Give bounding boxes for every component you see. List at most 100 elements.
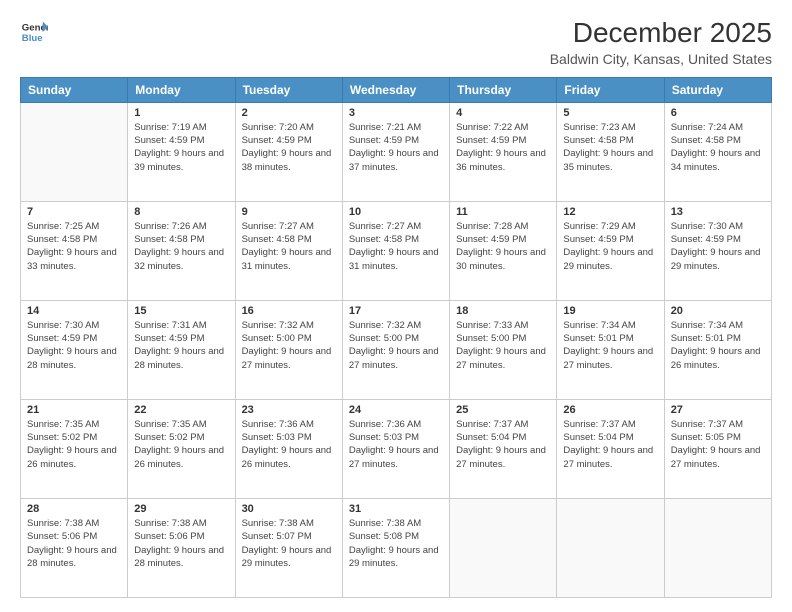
header: General Blue General Blue December 2025 … <box>20 18 772 67</box>
week-row-0: 1 Sunrise: 7:19 AM Sunset: 4:59 PM Daylig… <box>21 102 772 201</box>
day-cell: 22Sunrise: 7:35 AM Sunset: 5:02 PM Dayli… <box>128 399 235 498</box>
day-number: 6 <box>671 107 765 119</box>
day-number: 11 <box>456 206 550 218</box>
header-cell-thursday: Thursday <box>450 77 557 102</box>
day-info: Sunrise: 7:19 AM Sunset: 4:59 PM Dayligh… <box>134 121 228 174</box>
day-cell: 27 Sunrise: 7:37 AM Sunset: 5:05 PM Dayli… <box>664 399 771 498</box>
day-number: 15 <box>134 305 228 317</box>
day-number: 4 <box>456 107 550 119</box>
day-cell: 3 Sunrise: 7:21 AM Sunset: 4:59 PM Daylig… <box>342 102 449 201</box>
calendar-body: 1 Sunrise: 7:19 AM Sunset: 4:59 PM Daylig… <box>21 102 772 597</box>
day-number: 2 <box>242 107 336 119</box>
day-cell: 18Sunrise: 7:33 AM Sunset: 5:00 PM Dayli… <box>450 300 557 399</box>
day-number: 5 <box>563 107 657 119</box>
day-info: Sunrise: 7:26 AM Sunset: 4:58 PM Dayligh… <box>134 220 228 273</box>
day-number: 8 <box>134 206 228 218</box>
main-title: December 2025 <box>550 18 772 49</box>
day-number: 22 <box>134 404 228 416</box>
day-cell: 26Sunrise: 7:37 AM Sunset: 5:04 PM Dayli… <box>557 399 664 498</box>
logo: General Blue General Blue <box>20 18 48 46</box>
day-info: Sunrise: 7:24 AM Sunset: 4:58 PM Dayligh… <box>671 121 765 174</box>
day-cell: 31 Sunrise: 7:38 AM Sunset: 5:08 PM Dayli… <box>342 498 449 597</box>
day-number: 12 <box>563 206 657 218</box>
day-cell: 10Sunrise: 7:27 AM Sunset: 4:58 PM Dayli… <box>342 201 449 300</box>
header-cell-sunday: Sunday <box>21 77 128 102</box>
day-cell: 12Sunrise: 7:29 AM Sunset: 4:59 PM Dayli… <box>557 201 664 300</box>
day-number: 21 <box>27 404 121 416</box>
day-cell: 23Sunrise: 7:36 AM Sunset: 5:03 PM Dayli… <box>235 399 342 498</box>
day-info: Sunrise: 7:37 AM Sunset: 5:04 PM Dayligh… <box>456 418 550 471</box>
day-info: Sunrise: 7:37 AM Sunset: 5:04 PM Dayligh… <box>563 418 657 471</box>
calendar-table: SundayMondayTuesdayWednesdayThursdayFrid… <box>20 77 772 598</box>
day-info: Sunrise: 7:37 AM Sunset: 5:05 PM Dayligh… <box>671 418 765 471</box>
day-cell: 16 Sunrise: 7:32 AM Sunset: 5:00 PM Dayli… <box>235 300 342 399</box>
week-row-2: 14Sunrise: 7:30 AM Sunset: 4:59 PM Dayli… <box>21 300 772 399</box>
day-cell: 9 Sunrise: 7:27 AM Sunset: 4:58 PM Daylig… <box>235 201 342 300</box>
header-row: SundayMondayTuesdayWednesdayThursdayFrid… <box>21 77 772 102</box>
day-info: Sunrise: 7:38 AM Sunset: 5:06 PM Dayligh… <box>27 517 121 570</box>
header-cell-friday: Friday <box>557 77 664 102</box>
day-number: 25 <box>456 404 550 416</box>
day-cell <box>664 498 771 597</box>
day-number: 13 <box>671 206 765 218</box>
day-number: 10 <box>349 206 443 218</box>
header-cell-wednesday: Wednesday <box>342 77 449 102</box>
day-info: Sunrise: 7:38 AM Sunset: 5:08 PM Dayligh… <box>349 517 443 570</box>
header-cell-saturday: Saturday <box>664 77 771 102</box>
calendar-header: SundayMondayTuesdayWednesdayThursdayFrid… <box>21 77 772 102</box>
day-info: Sunrise: 7:36 AM Sunset: 5:03 PM Dayligh… <box>349 418 443 471</box>
header-cell-tuesday: Tuesday <box>235 77 342 102</box>
day-cell: 17Sunrise: 7:32 AM Sunset: 5:00 PM Dayli… <box>342 300 449 399</box>
week-row-4: 28 Sunrise: 7:38 AM Sunset: 5:06 PM Dayli… <box>21 498 772 597</box>
day-info: Sunrise: 7:38 AM Sunset: 5:07 PM Dayligh… <box>242 517 336 570</box>
week-row-1: 7Sunrise: 7:25 AM Sunset: 4:58 PM Daylig… <box>21 201 772 300</box>
day-info: Sunrise: 7:33 AM Sunset: 5:00 PM Dayligh… <box>456 319 550 372</box>
page: General Blue General Blue December 2025 … <box>0 0 792 612</box>
day-info: Sunrise: 7:23 AM Sunset: 4:58 PM Dayligh… <box>563 121 657 174</box>
day-cell: 21Sunrise: 7:35 AM Sunset: 5:02 PM Dayli… <box>21 399 128 498</box>
logo-icon: General Blue <box>20 18 48 46</box>
day-info: Sunrise: 7:22 AM Sunset: 4:59 PM Dayligh… <box>456 121 550 174</box>
day-info: Sunrise: 7:34 AM Sunset: 5:01 PM Dayligh… <box>671 319 765 372</box>
day-cell: 6 Sunrise: 7:24 AM Sunset: 4:58 PM Daylig… <box>664 102 771 201</box>
day-number: 7 <box>27 206 121 218</box>
day-cell: 19Sunrise: 7:34 AM Sunset: 5:01 PM Dayli… <box>557 300 664 399</box>
day-cell: 28 Sunrise: 7:38 AM Sunset: 5:06 PM Dayli… <box>21 498 128 597</box>
day-info: Sunrise: 7:38 AM Sunset: 5:06 PM Dayligh… <box>134 517 228 570</box>
week-row-3: 21Sunrise: 7:35 AM Sunset: 5:02 PM Dayli… <box>21 399 772 498</box>
subtitle: Baldwin City, Kansas, United States <box>550 51 772 67</box>
day-cell <box>21 102 128 201</box>
day-cell: 20 Sunrise: 7:34 AM Sunset: 5:01 PM Dayli… <box>664 300 771 399</box>
day-info: Sunrise: 7:32 AM Sunset: 5:00 PM Dayligh… <box>242 319 336 372</box>
day-cell: 25 Sunrise: 7:37 AM Sunset: 5:04 PM Dayli… <box>450 399 557 498</box>
day-number: 20 <box>671 305 765 317</box>
day-number: 9 <box>242 206 336 218</box>
day-cell: 5 Sunrise: 7:23 AM Sunset: 4:58 PM Daylig… <box>557 102 664 201</box>
day-cell: 2 Sunrise: 7:20 AM Sunset: 4:59 PM Daylig… <box>235 102 342 201</box>
day-info: Sunrise: 7:28 AM Sunset: 4:59 PM Dayligh… <box>456 220 550 273</box>
day-info: Sunrise: 7:30 AM Sunset: 4:59 PM Dayligh… <box>27 319 121 372</box>
day-number: 31 <box>349 503 443 515</box>
day-number: 17 <box>349 305 443 317</box>
day-info: Sunrise: 7:30 AM Sunset: 4:59 PM Dayligh… <box>671 220 765 273</box>
day-number: 24 <box>349 404 443 416</box>
day-info: Sunrise: 7:21 AM Sunset: 4:59 PM Dayligh… <box>349 121 443 174</box>
svg-text:Blue: Blue <box>22 33 43 44</box>
title-block: December 2025 Baldwin City, Kansas, Unit… <box>550 18 772 67</box>
day-cell: 14Sunrise: 7:30 AM Sunset: 4:59 PM Dayli… <box>21 300 128 399</box>
day-info: Sunrise: 7:27 AM Sunset: 4:58 PM Dayligh… <box>242 220 336 273</box>
day-number: 28 <box>27 503 121 515</box>
day-cell: 8 Sunrise: 7:26 AM Sunset: 4:58 PM Daylig… <box>128 201 235 300</box>
day-number: 27 <box>671 404 765 416</box>
day-cell: 24 Sunrise: 7:36 AM Sunset: 5:03 PM Dayli… <box>342 399 449 498</box>
day-number: 23 <box>242 404 336 416</box>
day-cell: 4 Sunrise: 7:22 AM Sunset: 4:59 PM Daylig… <box>450 102 557 201</box>
day-cell <box>450 498 557 597</box>
day-info: Sunrise: 7:20 AM Sunset: 4:59 PM Dayligh… <box>242 121 336 174</box>
day-cell: 15Sunrise: 7:31 AM Sunset: 4:59 PM Dayli… <box>128 300 235 399</box>
day-number: 1 <box>134 107 228 119</box>
day-number: 3 <box>349 107 443 119</box>
day-number: 16 <box>242 305 336 317</box>
day-number: 30 <box>242 503 336 515</box>
day-cell: 13 Sunrise: 7:30 AM Sunset: 4:59 PM Dayli… <box>664 201 771 300</box>
